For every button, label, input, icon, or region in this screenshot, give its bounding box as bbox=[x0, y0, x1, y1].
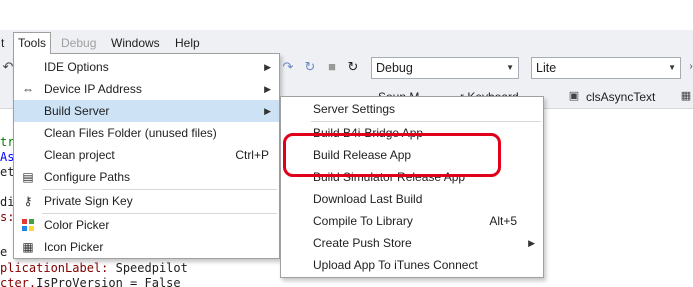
key-icon: ⚷ bbox=[23, 194, 33, 208]
build-config-value: Debug bbox=[376, 61, 413, 75]
menu-item-clean-project[interactable]: Clean project Ctrl+P bbox=[14, 144, 279, 166]
menu-item-private-sign-key[interactable]: ⚷ Private Sign Key bbox=[14, 190, 279, 212]
overflow-icon[interactable]: › bbox=[683, 59, 693, 75]
icon-picker-icon: ▦ bbox=[22, 240, 34, 254]
link-icon: ⇔ bbox=[22, 82, 34, 96]
menu-item-server-settings[interactable]: Server Settings bbox=[281, 98, 543, 120]
menu-item-color-picker[interactable]: Color Picker bbox=[14, 214, 279, 236]
build-server-submenu: Server Settings Build B4i-Bridge App Bui… bbox=[280, 96, 544, 278]
menu-help[interactable]: Help bbox=[171, 33, 204, 53]
menu-item-clean-files[interactable]: Clean Files Folder (unused files) bbox=[14, 122, 279, 144]
menu-bar: t Tools Debug Windows Help bbox=[0, 30, 693, 54]
submenu-arrow-icon: ▶ bbox=[264, 106, 271, 116]
mode-value: Lite bbox=[536, 61, 557, 75]
menu-item-configure-paths[interactable]: ▤ Configure Paths bbox=[14, 166, 279, 188]
submenu-arrow-icon: ▶ bbox=[528, 238, 535, 248]
code-line-10: cter.IsProVersion = False bbox=[0, 276, 181, 287]
tools-menu: IDE Options ▶ ⇔ Device IP Address ▶ Buil… bbox=[13, 53, 280, 259]
menu-windows[interactable]: Windows bbox=[107, 33, 164, 53]
mode-combo[interactable]: Lite ▼ bbox=[531, 57, 681, 79]
document-icon: ▤ bbox=[22, 170, 34, 184]
menu-item-create-push-store[interactable]: Create Push Store ▶ bbox=[281, 232, 543, 254]
tab-class[interactable]: clsAsyncText bbox=[586, 90, 655, 104]
class-icon: ▣ bbox=[568, 90, 580, 102]
highlight-annotation bbox=[283, 133, 501, 177]
submenu-arrow-icon: ▶ bbox=[264, 62, 271, 72]
menu-item-compile-library[interactable]: Compile To Library Alt+5 bbox=[281, 210, 543, 232]
menu-item-download-last-build[interactable]: Download Last Build bbox=[281, 188, 543, 210]
chevron-down-icon: ▼ bbox=[668, 63, 676, 72]
build-config-combo[interactable]: Debug ▼ bbox=[371, 57, 519, 79]
color-picker-icon bbox=[20, 217, 36, 233]
menu-item-icon-picker[interactable]: ▦ Icon Picker bbox=[14, 236, 279, 258]
menu-edit-partial[interactable]: t bbox=[0, 33, 8, 53]
stop-icon[interactable]: ■ bbox=[324, 59, 340, 75]
submenu-arrow-icon: ▶ bbox=[264, 84, 271, 94]
menu-debug[interactable]: Debug bbox=[57, 33, 100, 53]
code-line-8: e bbox=[0, 245, 8, 259]
menu-item-device-ip[interactable]: ⇔ Device IP Address ▶ bbox=[14, 78, 279, 100]
menu-item-ide-options[interactable]: IDE Options ▶ bbox=[14, 56, 279, 78]
menu-tools[interactable]: Tools bbox=[13, 32, 52, 54]
chevron-down-icon: ▼ bbox=[506, 63, 514, 72]
code-line-9: plicationLabel: Speedpilot bbox=[0, 261, 188, 275]
menu-item-build-server[interactable]: Build Server ▶ bbox=[14, 100, 279, 122]
step-over-icon[interactable]: ↷ bbox=[280, 59, 296, 75]
restart-icon[interactable]: ↻ bbox=[345, 59, 361, 75]
menu-item-upload-itunes[interactable]: Upload App To iTunes Connect bbox=[281, 254, 543, 276]
step-into-icon[interactable]: ↻ bbox=[302, 59, 318, 75]
grid-icon: ▦ bbox=[680, 90, 692, 102]
